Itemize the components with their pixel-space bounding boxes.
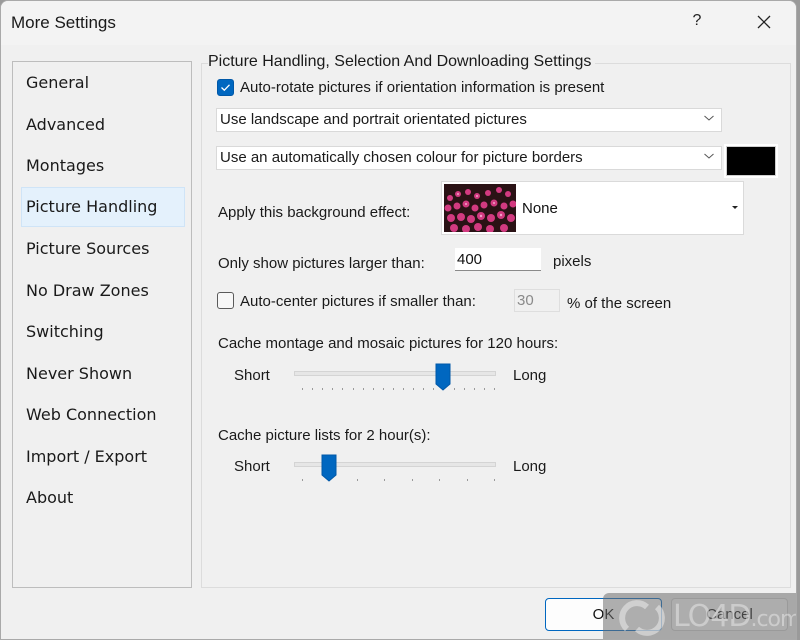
auto-rotate-checkbox[interactable]	[217, 79, 234, 96]
slider-tick	[494, 388, 495, 390]
sidebar-item-picture-sources[interactable]: Picture Sources	[21, 229, 185, 269]
border-colour-swatch[interactable]	[724, 144, 778, 178]
slider-tick	[483, 388, 485, 390]
slider-tick	[312, 388, 314, 390]
sidebar-item-web-connection[interactable]: Web Connection	[21, 395, 185, 435]
auto-center-percent-input[interactable]	[514, 289, 560, 312]
cache-montage-slider[interactable]	[293, 363, 497, 403]
slider-tick	[362, 388, 364, 390]
cancel-button[interactable]: Cancel	[671, 598, 788, 631]
slider-tick	[332, 388, 334, 390]
min-size-unit: pixels	[553, 253, 592, 270]
dropdown-arrow-icon	[732, 206, 738, 209]
slider-tick	[411, 479, 413, 481]
orientation-dropdown-value: Use landscape and portrait orientated pi…	[220, 111, 527, 128]
slider-max-label: Long	[513, 458, 547, 475]
sidebar-item-no-draw-zones[interactable]: No Draw Zones	[21, 271, 185, 311]
group-title: Picture Handling, Selection And Download…	[208, 53, 596, 71]
slider-tick	[392, 388, 394, 390]
close-icon	[757, 15, 771, 29]
sidebar-item-never-shown[interactable]: Never Shown	[21, 354, 185, 394]
slider-tick	[302, 479, 303, 481]
slider-track[interactable]	[294, 371, 496, 376]
background-effect-value: None	[522, 200, 558, 217]
slider-min-label: Short	[234, 367, 270, 384]
slider-tick	[403, 388, 405, 390]
sidebar-item-import-export[interactable]: Import / Export	[21, 437, 185, 477]
slider-tick	[439, 479, 441, 481]
border-colour-dropdown-value: Use an automatically chosen colour for p…	[220, 149, 583, 166]
slider-tick	[423, 388, 425, 390]
auto-center-unit: % of the screen	[567, 295, 672, 312]
background-effect-dropdown[interactable]: None	[441, 181, 744, 235]
min-size-label: Only show pictures larger than:	[218, 255, 425, 272]
slider-tick	[342, 388, 344, 390]
sidebar-item-general[interactable]: General	[21, 63, 185, 103]
slider-tick	[494, 479, 495, 481]
pink-flowers-image	[444, 184, 516, 232]
auto-rotate-label[interactable]: Auto-rotate pictures if orientation info…	[240, 79, 604, 96]
slider-tick	[473, 388, 475, 390]
background-effect-label: Apply this background effect:	[218, 204, 411, 221]
cache-montage-label: Cache montage and mosaic pictures for 12…	[218, 335, 559, 352]
slider-tick	[463, 388, 465, 390]
slider-thumb[interactable]	[321, 454, 337, 482]
min-size-input[interactable]	[455, 248, 541, 271]
slider-tick	[302, 388, 303, 390]
slider-tick	[352, 388, 354, 390]
slider-tick	[384, 479, 386, 481]
title-bar: More Settings ?	[1, 1, 796, 45]
auto-center-label[interactable]: Auto-center pictures if smaller than:	[240, 293, 476, 310]
close-button[interactable]	[753, 11, 775, 33]
slider-tick	[356, 479, 358, 481]
cache-lists-slider[interactable]	[293, 454, 497, 494]
cache-lists-label: Cache picture lists for 2 hour(s):	[218, 427, 431, 444]
auto-center-checkbox[interactable]	[217, 292, 234, 309]
settings-group-box	[201, 63, 791, 588]
window-title: More Settings	[11, 13, 116, 32]
orientation-dropdown[interactable]: Use landscape and portrait orientated pi…	[216, 108, 722, 132]
slider-tick	[453, 388, 455, 390]
sidebar-item-montages[interactable]: Montages	[21, 146, 185, 186]
slider-tick	[322, 388, 324, 390]
slider-tick	[466, 479, 468, 481]
sidebar-item-about[interactable]: About	[21, 478, 185, 518]
chevron-down-icon	[704, 115, 714, 121]
checkmark-icon	[221, 84, 230, 92]
chevron-down-icon	[704, 153, 714, 159]
slider-thumb[interactable]	[435, 363, 451, 391]
settings-nav-list: General Advanced Montages Picture Handling P…	[12, 61, 192, 588]
slider-min-label: Short	[234, 458, 270, 475]
slider-max-label: Long	[513, 367, 547, 384]
help-button[interactable]: ?	[689, 12, 705, 30]
sidebar-item-switching[interactable]: Switching	[21, 312, 185, 352]
slider-tick	[372, 388, 374, 390]
ok-button[interactable]: OK	[545, 598, 662, 631]
border-colour-dropdown[interactable]: Use an automatically chosen colour for p…	[216, 146, 722, 170]
sidebar-item-picture-handling[interactable]: Picture Handling	[21, 187, 185, 227]
slider-tick	[433, 388, 435, 390]
slider-tick	[382, 388, 384, 390]
sidebar-item-advanced[interactable]: Advanced	[21, 105, 185, 145]
more-settings-dialog: More Settings ? General Advanced Montages P…	[0, 0, 797, 640]
slider-tick	[413, 388, 415, 390]
